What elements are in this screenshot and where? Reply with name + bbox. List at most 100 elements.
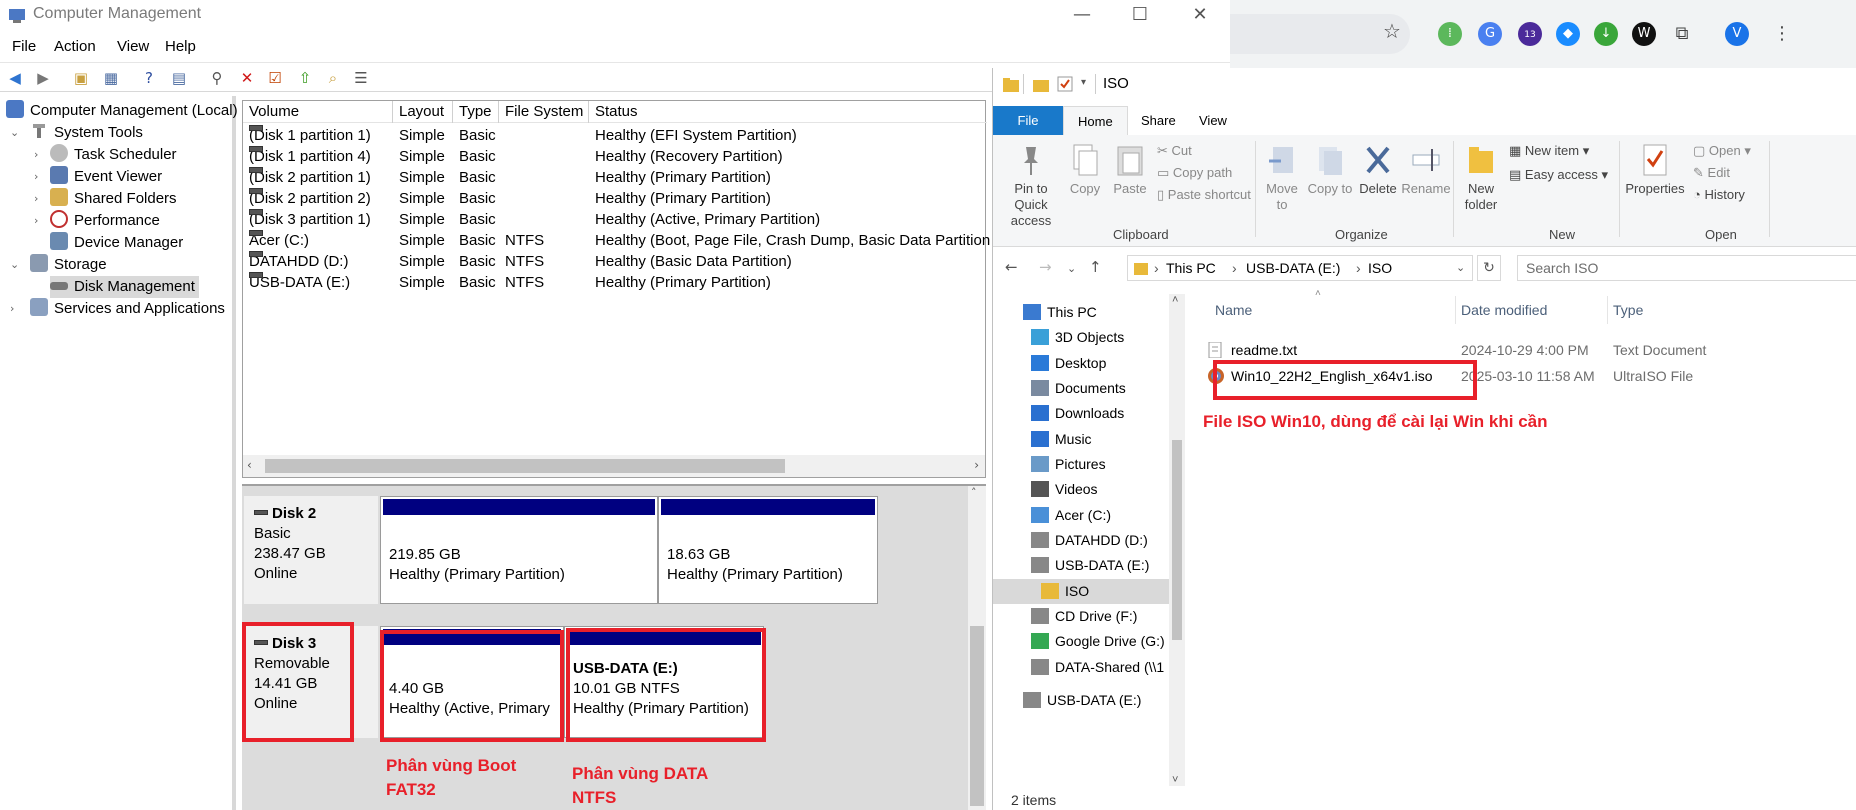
tree-task-scheduler[interactable]: › Task Scheduler xyxy=(34,144,177,166)
chevron-right-icon[interactable]: › xyxy=(34,188,38,210)
nav-item[interactable]: USB-DATA (E:) xyxy=(993,553,1169,578)
scroll-thumb[interactable] xyxy=(265,459,785,473)
search-input[interactable]: Search ISO xyxy=(1517,255,1856,281)
column-volume[interactable]: Volume xyxy=(243,101,393,123)
qat-dropdown-icon[interactable]: ▾ xyxy=(1081,77,1086,88)
move-to-button[interactable]: Move to xyxy=(1259,143,1305,213)
new-item-button[interactable]: ▦ New item ▾ xyxy=(1509,143,1589,159)
menu-action[interactable]: Action xyxy=(54,38,96,55)
download-extension-icon[interactable]: ↓ xyxy=(1594,22,1618,46)
chevron-down-icon[interactable]: ⌄ xyxy=(10,122,19,144)
puzzle-icon[interactable]: ⧉ xyxy=(1670,22,1694,46)
disk2-partition2[interactable]: 18.63 GB Healthy (Primary Partition) xyxy=(658,496,878,604)
volume-row[interactable]: (Disk 2 partition 1) Simple Basic Healthy (… xyxy=(243,167,987,188)
tree-services[interactable]: › Services and Applications xyxy=(10,298,225,320)
nav-item[interactable]: Music xyxy=(993,427,1169,452)
minimize-button[interactable]: — xyxy=(1062,2,1102,28)
tree-shared-folders[interactable]: › Shared Folders xyxy=(34,188,177,210)
chevron-right-icon[interactable]: › xyxy=(34,166,38,188)
extension-icon[interactable]: ⁞ xyxy=(1438,22,1462,46)
copy-path-button[interactable]: ▭ Copy path xyxy=(1157,165,1232,181)
breadcrumb-this-pc[interactable]: This PC xyxy=(1166,256,1216,280)
volume-row[interactable]: DATAHDD (D:) Simple Basic NTFS Healthy (Basi… xyxy=(243,251,987,272)
volume-row[interactable]: (Disk 1 partition 1) Simple Basic Healthy (… xyxy=(243,125,987,146)
file-row[interactable]: readme.txt 2024-10-29 4:00 PM Text Docum… xyxy=(1207,338,1847,362)
nav-item[interactable]: CD Drive (F:) xyxy=(993,604,1169,629)
scroll-up-icon[interactable]: ˄ xyxy=(1172,294,1178,306)
paste-shortcut-button[interactable]: ▯ Paste shortcut xyxy=(1157,187,1251,203)
easy-access-button[interactable]: ▤ Easy access ▾ xyxy=(1509,167,1608,183)
connect-icon[interactable]: ⚲ xyxy=(206,67,228,89)
action-pane-icon[interactable]: ▤ xyxy=(168,67,190,89)
drop-icon[interactable]: ◆ xyxy=(1556,22,1580,46)
nav-item[interactable]: ISO xyxy=(993,579,1169,604)
tab-view[interactable]: View xyxy=(1185,106,1241,136)
copy-to-button[interactable]: Copy to xyxy=(1307,143,1353,197)
help-icon[interactable]: ? xyxy=(138,67,160,89)
rename-button[interactable]: Rename xyxy=(1401,143,1451,197)
nav-item[interactable]: Documents xyxy=(993,376,1169,401)
tree-disk-management[interactable]: Disk Management xyxy=(50,276,199,298)
cut-button[interactable]: ✂ Cut xyxy=(1157,143,1192,159)
back-icon[interactable]: ◀ xyxy=(4,67,26,89)
new-folder-quick-icon[interactable] xyxy=(1033,78,1049,92)
vertical-scrollbar[interactable]: ˄ xyxy=(968,486,986,810)
nav-item[interactable]: Videos xyxy=(993,477,1169,502)
export-icon[interactable]: ⇧ xyxy=(294,67,316,89)
disk2-partition1[interactable]: 219.85 GB Healthy (Primary Partition) xyxy=(380,496,658,604)
column-layout[interactable]: Layout xyxy=(393,101,453,123)
nav-item[interactable]: Desktop xyxy=(993,351,1169,376)
address-dropdown-icon[interactable]: ⌄ xyxy=(1456,256,1465,280)
column-type[interactable]: Type xyxy=(453,101,499,123)
show-hide-tree-icon[interactable]: ▦ xyxy=(100,67,122,89)
close-button[interactable]: ✕ xyxy=(1180,2,1220,28)
disk2-label[interactable]: Disk 2 Basic 238.47 GB Online xyxy=(244,496,378,604)
volume-row[interactable]: Acer (C:) Simple Basic NTFS Healthy (Boot, P… xyxy=(243,230,990,251)
copy-button[interactable]: Copy xyxy=(1063,143,1107,197)
horizontal-scrollbar[interactable]: ‹ › xyxy=(243,455,985,477)
nav-item[interactable]: 3D Objects xyxy=(993,325,1169,350)
chevron-right-icon[interactable]: › xyxy=(34,144,38,166)
forward-icon[interactable]: ▶ xyxy=(32,67,54,89)
nav-item[interactable]: This PC xyxy=(993,300,1169,325)
column-file-system[interactable]: File System xyxy=(499,101,589,123)
tree-storage[interactable]: ⌄ Storage xyxy=(10,254,107,276)
properties-icon[interactable]: ☑ xyxy=(264,67,286,89)
nav-item[interactable]: DATAHDD (D:) xyxy=(993,528,1169,553)
delete-icon[interactable]: ✕ xyxy=(236,67,258,89)
pin-quick-access-button[interactable]: Pin to Quick access xyxy=(999,143,1063,229)
refresh-icon[interactable]: ↻ xyxy=(1477,255,1501,281)
scroll-right-icon[interactable]: › xyxy=(974,458,979,472)
properties-quick-icon[interactable] xyxy=(1057,76,1073,92)
tree-root[interactable]: Computer Management (Local) xyxy=(6,100,238,122)
nav-item[interactable]: Downloads xyxy=(993,401,1169,426)
volume-row[interactable]: (Disk 1 partition 4) Simple Basic Healthy (… xyxy=(243,146,987,167)
maximize-button[interactable]: ☐ xyxy=(1120,2,1160,28)
scroll-up-icon[interactable]: ˄ xyxy=(971,486,977,499)
scroll-thumb[interactable] xyxy=(1172,440,1182,640)
nav-item[interactable]: Google Drive (G:) xyxy=(993,629,1169,654)
back-arrow-icon[interactable]: ← xyxy=(1005,258,1018,276)
list-view-icon[interactable]: ☰ xyxy=(350,67,372,89)
paste-button[interactable]: Paste xyxy=(1107,143,1153,197)
history-button[interactable]: ◔ History xyxy=(1693,187,1745,202)
chevron-right-icon[interactable]: › xyxy=(10,298,14,320)
nav-item[interactable]: DATA-Shared (\\1 xyxy=(993,655,1169,680)
properties-button[interactable]: Properties xyxy=(1623,143,1687,197)
translate-icon[interactable]: G xyxy=(1478,22,1502,46)
menu-view[interactable]: View xyxy=(117,38,149,55)
scroll-down-icon[interactable]: ˅ xyxy=(1172,774,1178,786)
volume-row[interactable]: USB-DATA (E:) Simple Basic NTFS Healthy (Pri… xyxy=(243,272,987,293)
menu-icon[interactable]: ⋮ xyxy=(1770,22,1794,46)
recent-dropdown-icon[interactable]: ⌄ xyxy=(1067,262,1076,275)
tree-system-tools[interactable]: ⌄ System Tools xyxy=(10,122,143,144)
star-icon[interactable]: ☆ xyxy=(1380,19,1404,43)
scroll-left-icon[interactable]: ‹ xyxy=(247,458,252,472)
scroll-thumb[interactable] xyxy=(970,626,984,806)
tree-performance[interactable]: › Performance xyxy=(34,210,160,232)
wordpress-icon[interactable]: W xyxy=(1632,22,1656,46)
search-icon[interactable]: ⌕ xyxy=(322,67,344,89)
up-arrow-icon[interactable]: ↑ xyxy=(1089,258,1102,276)
address-box[interactable]: › This PC › USB-DATA (E:) › ISO ⌄ xyxy=(1127,255,1473,281)
tab-file[interactable]: File xyxy=(993,106,1063,136)
